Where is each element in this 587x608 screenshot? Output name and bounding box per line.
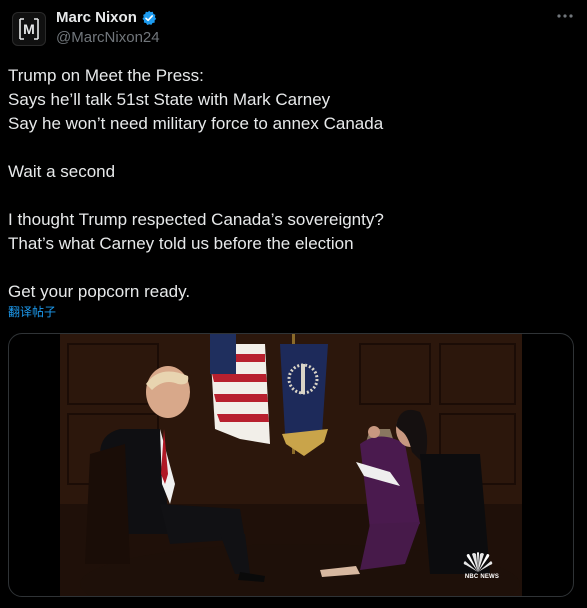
- svg-text:M: M: [23, 21, 35, 37]
- author-handle[interactable]: @MarcNixon24: [56, 29, 160, 47]
- tweet-text: Trump on Meet the Press: Says he’ll talk…: [8, 64, 578, 304]
- tweet-line: That’s what Carney told us before the el…: [8, 234, 354, 253]
- tweet-line: I thought Trump respected Canada’s sover…: [8, 210, 384, 229]
- tweet-line: Says he’ll talk 51st State with Mark Car…: [8, 90, 331, 109]
- author-name-row: Marc Nixon: [56, 9, 157, 27]
- tweet-line: Wait a second: [8, 162, 116, 181]
- logo-m-icon: M: [19, 18, 39, 40]
- tweet-line: Say he won’t need military force to anne…: [8, 114, 384, 133]
- video-player[interactable]: NBC NEWS: [8, 333, 574, 597]
- video-still: [60, 334, 522, 596]
- tweet-line: Trump on Meet the Press:: [8, 66, 204, 85]
- more-horizontal-icon[interactable]: [556, 10, 574, 22]
- display-name[interactable]: Marc Nixon: [56, 9, 137, 27]
- nbc-news-watermark: NBC NEWS: [462, 552, 502, 580]
- translate-post-link[interactable]: 翻译帖子: [8, 304, 56, 320]
- video-frame[interactable]: NBC NEWS: [60, 334, 522, 596]
- tweet-card: M Marc Nixon @MarcNixon24 Trump on Meet …: [0, 0, 587, 608]
- watermark-text: NBC NEWS: [464, 574, 500, 580]
- verified-badge-icon: [142, 10, 157, 25]
- nbc-peacock-icon: [463, 552, 493, 572]
- avatar[interactable]: M: [12, 12, 46, 46]
- tweet-line: Get your popcorn ready.: [8, 282, 191, 301]
